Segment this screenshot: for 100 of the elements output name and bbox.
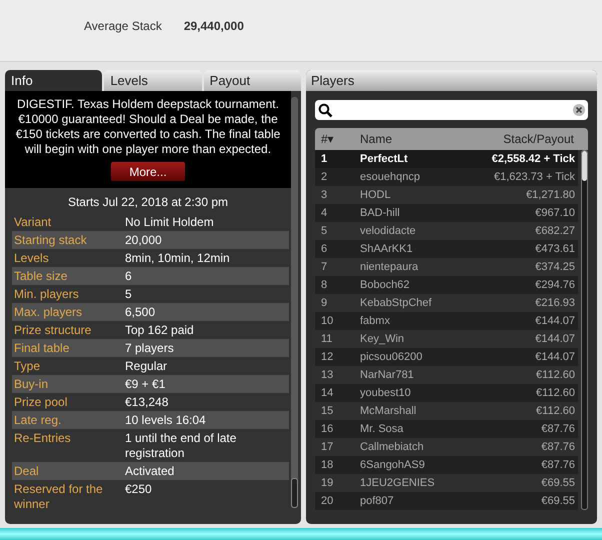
start-time: Starts Jul 22, 2018 at 2:30 pm [66, 194, 230, 211]
detail-label: Variant [13, 214, 52, 230]
payout-cell-text: €1,271.80 [526, 188, 576, 203]
player-row[interactable]: 14 youbest10 €112.60 [315, 384, 578, 402]
detail-value: 5 [125, 286, 133, 302]
rank-cell-text: 9 [320, 296, 328, 311]
rank-cell-text: 14 [320, 386, 334, 401]
tab[interactable]: Levels [104, 70, 202, 91]
player-row[interactable]: 4 BAD-hill €967.10 [315, 204, 578, 222]
rank-cell-text: 4 [320, 206, 328, 221]
rank-cell-text: 18 [320, 458, 334, 473]
detail-label: Prize structure [13, 322, 92, 338]
name-cell-text: esouehqncp [360, 170, 421, 185]
player-row[interactable]: 10 fabmx €144.07 [315, 312, 578, 330]
search-field[interactable] [315, 100, 588, 120]
rank-cell-text: 11 [320, 332, 334, 347]
name-cell-text: McMarshall [360, 404, 418, 419]
tab[interactable]: Payout [204, 70, 301, 91]
payout-cell-text: €2,558.42 + Tick [492, 152, 576, 167]
detail-value: €13,248 [125, 394, 170, 410]
detail-label: Starting stack [13, 232, 88, 248]
tournament-description: DIGESTIF. Texas Holdem deepstack tournament. €10000 guaranteed! Should a Deal be made, the €150 tickets are converted to cash. The final table will begin with one player more than expected. [14, 97, 282, 157]
rank-cell-text: 1 [320, 152, 328, 167]
column-header[interactable]: Stack/Payout [503, 130, 588, 148]
detail-label: Type [13, 358, 42, 374]
panel-title: Players [306, 70, 597, 91]
rank-cell-text: 2 [320, 170, 328, 185]
payout-cell-text: €87.76 [541, 458, 576, 473]
name-cell-text: NarNar781 [360, 368, 415, 383]
player-row[interactable]: 20 pof807 €69.55 [315, 492, 578, 510]
detail-label: Re-Entries [13, 430, 72, 446]
rank-cell-text: 5 [320, 224, 328, 239]
player-row[interactable]: 8 Boboch62 €294.76 [315, 276, 578, 294]
column-header[interactable]: Name [360, 130, 504, 148]
player-row[interactable]: 1 PerfectLt €2,558.42 + Tick [315, 150, 578, 168]
payout-cell-text: €69.55 [541, 476, 576, 491]
detail-label: Table size [13, 268, 68, 284]
detail-label: Min. players [13, 286, 80, 302]
name-cell-text: 6SangohAS9 [360, 458, 426, 473]
name-cell-text: youbest10 [360, 386, 412, 401]
name-cell-text: nientepaura [360, 260, 420, 275]
name-cell-text: BAD-hill [360, 206, 401, 221]
payout-cell-text: €87.76 [541, 440, 576, 455]
column-header[interactable]: #▾ [315, 130, 360, 148]
rank-cell-text: 10 [320, 314, 334, 329]
detail-value: 1 until the end of late registration [125, 430, 238, 460]
rank-cell-text: 8 [320, 278, 328, 293]
detail-label: Late reg. [13, 412, 62, 428]
detail-label: Max. players [13, 304, 84, 320]
detail-value: 20,000 [125, 232, 163, 248]
payout-cell-text: €144.07 [535, 350, 576, 365]
detail-label: Deal [13, 464, 40, 478]
name-cell-text: 1JEU2GENIES [360, 476, 436, 491]
player-row[interactable]: 2 esouehqncp €1,623.73 + Tick [315, 168, 578, 186]
scrollbar[interactable] [581, 150, 588, 510]
scrollbar[interactable] [291, 97, 298, 508]
payout-cell-text: €374.25 [535, 260, 576, 275]
name-cell-text: Boboch62 [360, 278, 411, 293]
name-cell-text: PerfectLt [360, 152, 409, 167]
detail-value: Top 162 paid [125, 322, 195, 338]
average-stack-label: Average Stack [84, 18, 162, 35]
rank-cell-text: 20 [320, 494, 334, 509]
detail-label: Buy-in [13, 376, 50, 392]
name-cell-text: ShAArKK1 [360, 242, 414, 257]
name-cell-text: velodidacte [360, 224, 417, 239]
detail-label: Reserved for the winner [13, 482, 104, 512]
detail-value: 8min, 10min, 12min [125, 250, 231, 266]
detail-value: €9 + €1 [125, 376, 166, 392]
detail-value: 6,500 [125, 304, 156, 320]
detail-value: No Limit Holdem [125, 214, 215, 230]
player-row[interactable]: 6 ShAArKK1 €473.61 [315, 240, 578, 258]
clear-icon[interactable] [573, 104, 585, 116]
name-cell-text: Callmebiatch [360, 440, 425, 455]
player-row[interactable]: 16 Mr. Sosa €87.76 [315, 420, 578, 438]
payout-cell-text: €216.93 [535, 296, 576, 311]
player-row[interactable]: 18 6SangohAS9 €87.76 [315, 456, 578, 474]
detail-label: Levels [13, 250, 50, 266]
detail-label: Prize pool [13, 394, 68, 410]
payout-cell-text: €144.07 [535, 332, 576, 347]
detail-value: 6 [125, 268, 133, 284]
name-cell-text: Key_Win [360, 332, 406, 347]
rank-cell-text: 15 [320, 404, 334, 419]
rank-cell-text: 12 [320, 350, 334, 365]
rank-cell-text: 16 [320, 422, 334, 437]
name-cell-text: Mr. Sosa [360, 422, 404, 437]
rank-cell-text: 19 [320, 476, 334, 491]
payout-cell-text: €967.10 [535, 206, 576, 221]
tab[interactable]: Info [5, 70, 102, 91]
name-cell-text: KebabStpChef [360, 296, 433, 311]
payout-cell-text: €1,623.73 + Tick [494, 170, 576, 185]
rank-cell-text: 6 [320, 242, 328, 257]
detail-value: €250 [125, 482, 153, 498]
more-button[interactable]: More... [111, 162, 185, 181]
detail-value: 10 levels 16:04 [125, 412, 207, 428]
payout-cell-text: €294.76 [535, 278, 576, 293]
detail-value: 7 players [125, 340, 175, 356]
payout-cell-text: €473.61 [535, 242, 576, 257]
detail-label: Final table [13, 340, 70, 356]
player-row[interactable]: 12 picsou06200 €144.07 [315, 348, 578, 366]
payout-cell-text: €87.76 [541, 422, 576, 437]
